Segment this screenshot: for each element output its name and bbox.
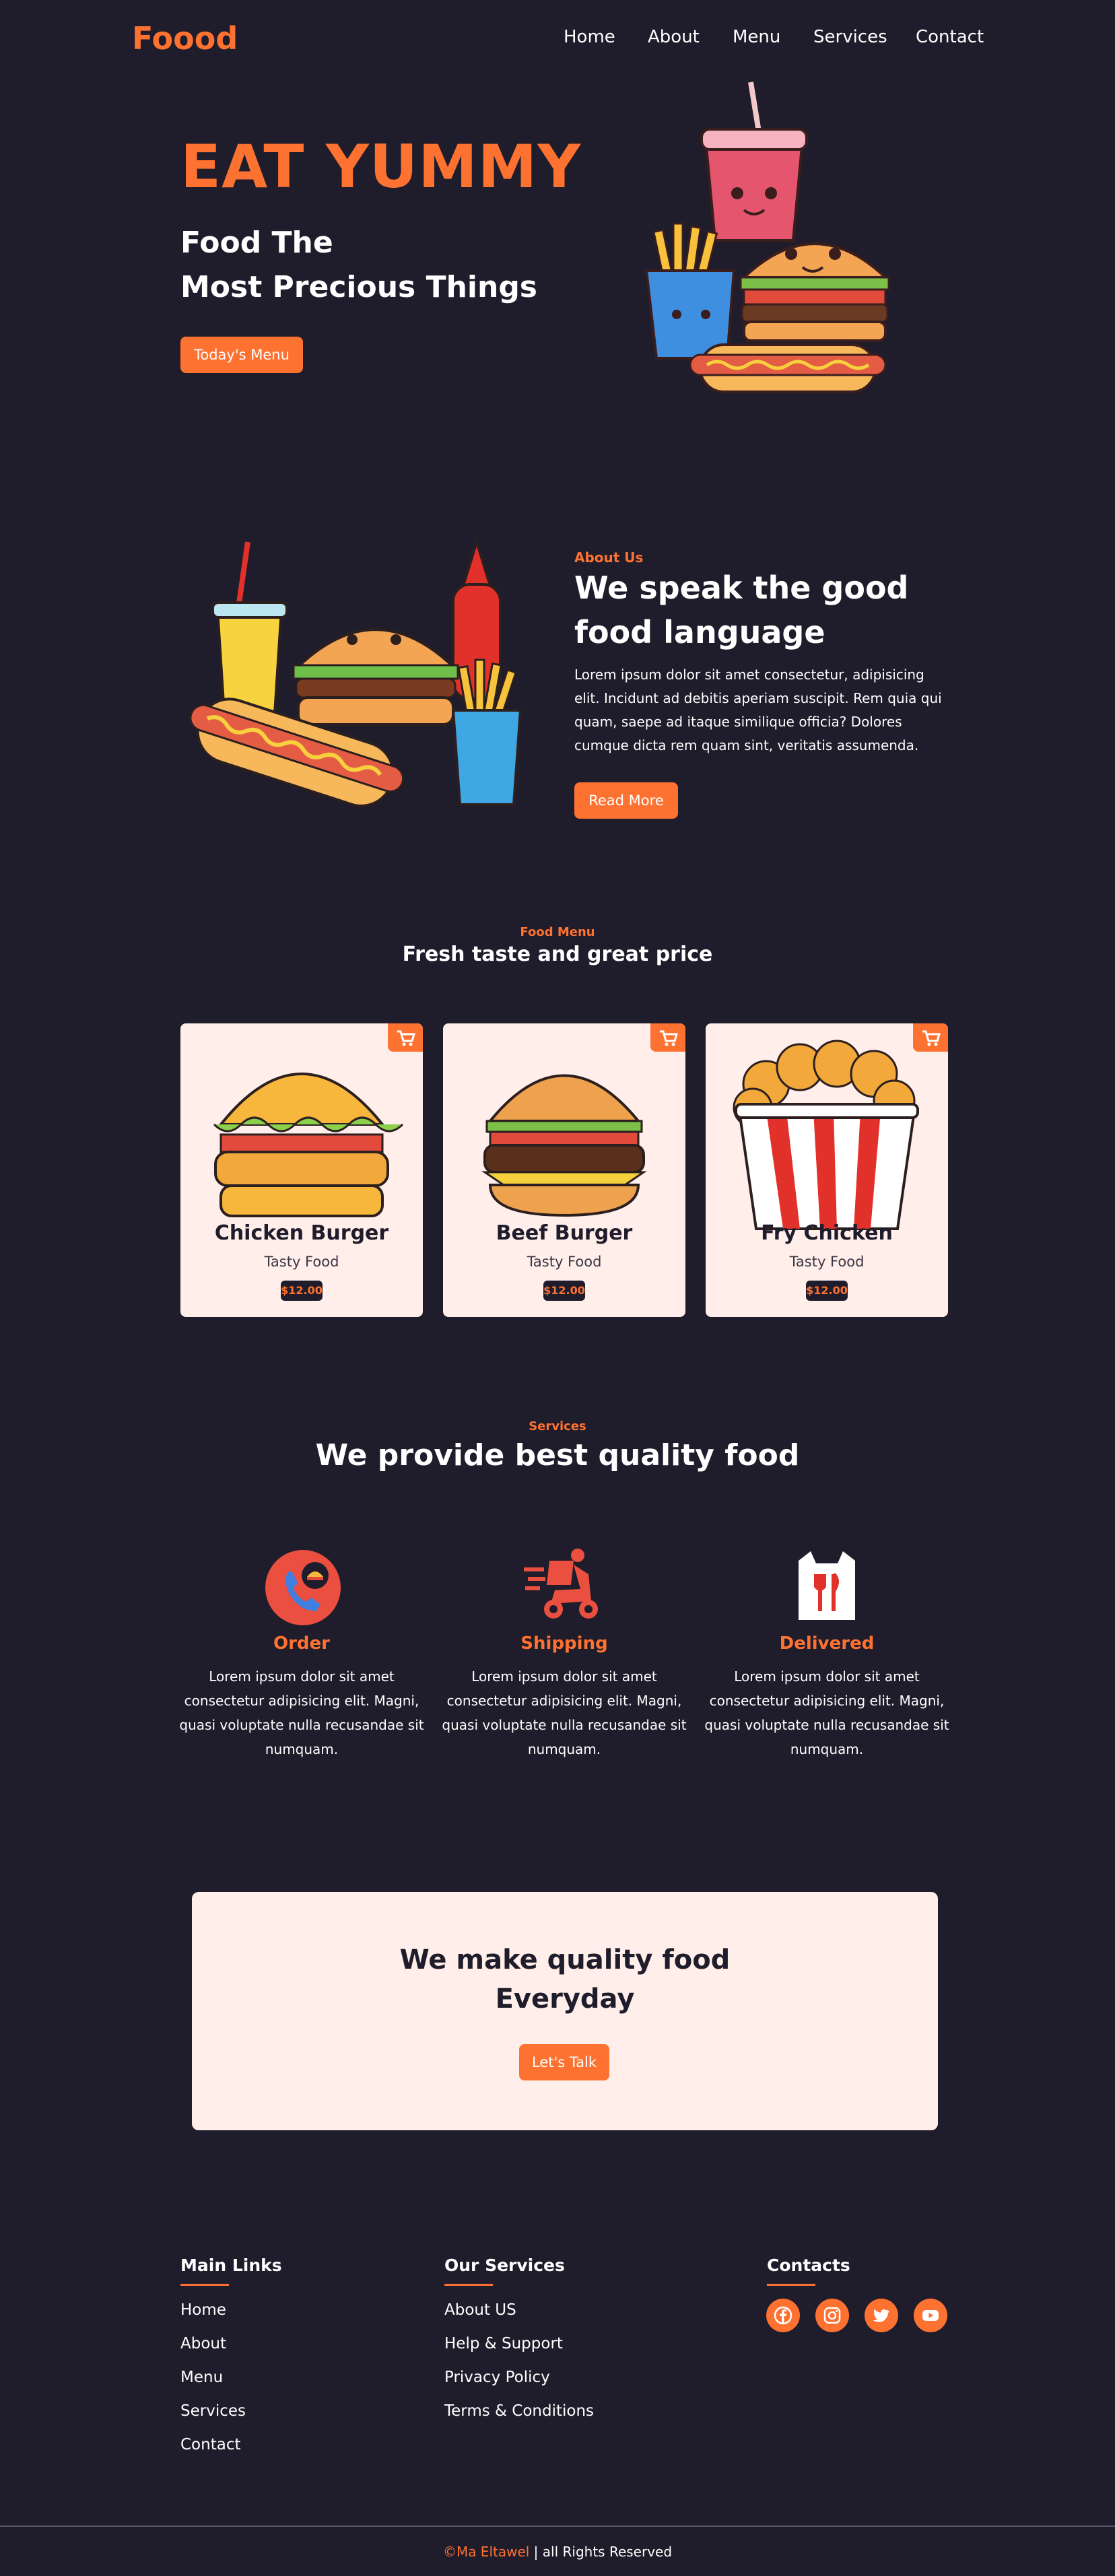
rights-text: | all Rights Reserved [529, 2544, 673, 2560]
author-link[interactable]: Ma Eltawel [457, 2544, 529, 2560]
footer-link-privacy-policy[interactable]: Privacy Policy [444, 2369, 550, 2386]
footer-link-terms[interactable]: Terms & Conditions [444, 2402, 594, 2420]
menu-item-price: $12.00 [806, 1281, 848, 1301]
nav-services[interactable]: Services [813, 27, 887, 47]
menu-item-desc: Tasty Food [264, 1254, 339, 1270]
hero-subtitle-line1: Food The [180, 226, 333, 260]
menu-item-name: Fry Chicken [761, 1221, 893, 1245]
cta-title-line2: Everyday [495, 1984, 635, 2014]
about-text: Lorem ipsum dolor sit amet consectetur, … [574, 667, 942, 753]
site-header: Foood Home About Menu Services Contact [0, 0, 1115, 79]
about-title-line2: food language [574, 614, 825, 650]
footer-link-about-us[interactable]: About US [444, 2301, 516, 2319]
menu-item-desc: Tasty Food [527, 1254, 602, 1270]
menu-item-price: $12.00 [281, 1281, 323, 1301]
footer-heading-our-services: Our Services [444, 2256, 565, 2275]
chicken-burger-image [213, 1073, 404, 1217]
service-text-shipping: Lorem ipsum dolor sit amet consectetur a… [442, 1668, 687, 1757]
nav-about[interactable]: About [648, 27, 700, 47]
cta-banner: We make quality food Everyday Let's Talk [192, 1892, 938, 2130]
footer-heading-underline [444, 2284, 493, 2286]
footer-heading-underline [180, 2284, 229, 2286]
read-more-button[interactable]: Read More [574, 782, 678, 819]
hero-subtitle-line2: Most Precious Things [180, 270, 537, 304]
footer-link-home[interactable]: Home [180, 2301, 226, 2319]
burger-hotdog-fries-illustration [189, 539, 522, 807]
nav-contact[interactable]: Contact [916, 27, 984, 47]
copyright: ©Ma Eltawel | all Rights Reserved [0, 2544, 1115, 2560]
takeaway-bag-icon [799, 1551, 855, 1620]
menu-item-name: Chicken Burger [214, 1221, 389, 1245]
footer-link-about[interactable]: About [180, 2335, 226, 2352]
menu-item-price: $12.00 [543, 1281, 585, 1301]
menu-item-desc: Tasty Food [789, 1254, 865, 1270]
about-title: We speak the good food language [574, 566, 938, 654]
nav-menu[interactable]: Menu [733, 27, 780, 47]
twitter-icon[interactable] [865, 2299, 898, 2332]
footer-heading-main-links: Main Links [180, 2256, 282, 2275]
footer-link-help-support[interactable]: Help & Support [444, 2335, 563, 2352]
footer-link-contact[interactable]: Contact [180, 2436, 240, 2453]
footer-divider [0, 2526, 1115, 2527]
fast-food-characters-illustration [644, 81, 890, 393]
cta-title-line1: We make quality food [399, 1944, 731, 1975]
service-name-order: Order [273, 1633, 330, 1654]
footer-link-services[interactable]: Services [180, 2402, 246, 2420]
footer-heading-contacts: Contacts [767, 2256, 850, 2275]
menu-label: Food Menu [520, 925, 595, 939]
youtube-icon[interactable] [914, 2299, 947, 2332]
services-label: Services [529, 1419, 586, 1433]
service-text-delivered: Lorem ipsum dolor sit amet consectetur a… [704, 1668, 949, 1757]
service-name-delivered: Delivered [779, 1633, 875, 1654]
cta-title: We make quality food Everyday [192, 1940, 938, 2019]
copyright-symbol: © [442, 2544, 457, 2560]
hero-subtitle: Food The Most Precious Things [180, 221, 537, 310]
menu-card-fry-chicken[interactable] [706, 1023, 948, 1317]
menu-item-name: Beef Burger [496, 1221, 633, 1245]
hero-title: EAT YUMMY [180, 132, 582, 201]
about-title-line1: We speak the good [574, 570, 909, 606]
todays-menu-button[interactable]: Today's Menu [180, 337, 303, 373]
footer-link-menu[interactable]: Menu [180, 2369, 223, 2386]
nav-home[interactable]: Home [564, 27, 615, 47]
about-label: About Us [574, 549, 644, 566]
menu-card-chicken-burger[interactable] [180, 1023, 423, 1317]
service-text-order: Lorem ipsum dolor sit amet consectetur a… [179, 1668, 424, 1757]
footer-heading-underline [767, 2284, 815, 2286]
fried-chicken-bucket-image [733, 1040, 919, 1230]
logo[interactable]: Foood [132, 20, 238, 57]
services-title: We provide best quality food [315, 1438, 800, 1472]
instagram-icon[interactable] [815, 2299, 849, 2332]
service-name-shipping: Shipping [520, 1633, 608, 1654]
delivery-scooter-icon [524, 1549, 598, 1619]
phone-order-icon [265, 1550, 341, 1625]
menu-card-beef-burger[interactable] [443, 1023, 685, 1317]
menu-title: Fresh taste and great price [402, 943, 713, 966]
beef-burger-image [481, 1074, 647, 1217]
lets-talk-button[interactable]: Let's Talk [519, 2044, 609, 2080]
facebook-icon[interactable] [766, 2299, 800, 2332]
